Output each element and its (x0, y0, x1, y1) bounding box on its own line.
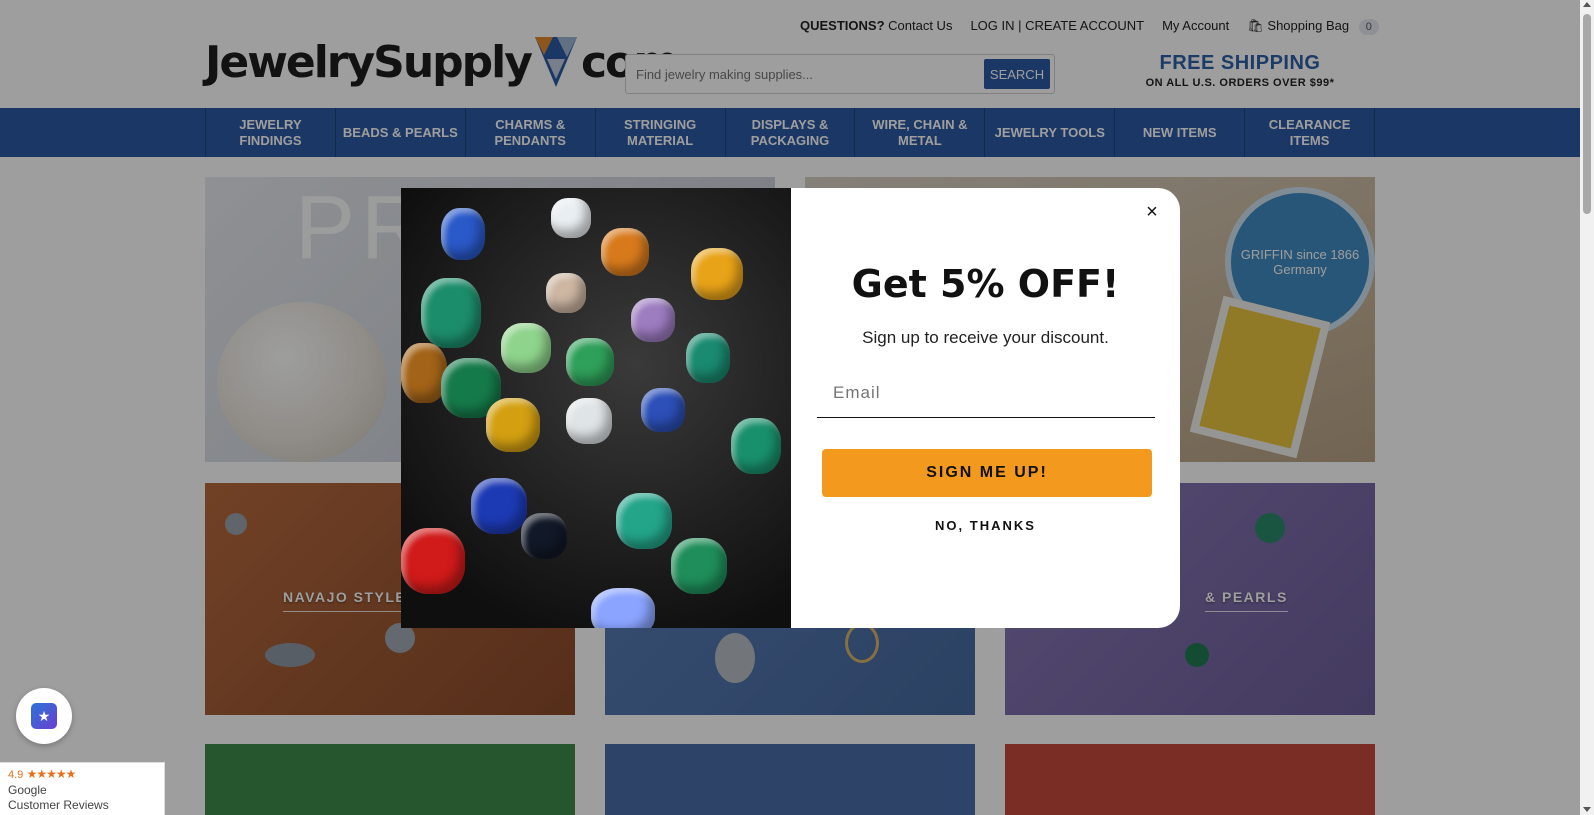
scroll-up-icon[interactable] (1583, 2, 1591, 7)
gem-image (671, 538, 727, 594)
gem-image (601, 228, 649, 276)
gem-image (591, 588, 655, 628)
gem-image (731, 418, 781, 474)
gem-image (631, 298, 675, 342)
gem-image (546, 273, 586, 313)
page-scrollbar[interactable] (1580, 0, 1594, 815)
gem-image (486, 398, 540, 452)
discount-modal: × Get 5% OFF! Sign up to receive your di… (401, 188, 1180, 628)
gem-image (616, 493, 672, 549)
shop-app-badge[interactable]: ★ (16, 688, 72, 744)
star-rating-icon: ★★★★★ (26, 767, 77, 781)
google-rating-row: 4.9 ★★★★★ (8, 767, 156, 783)
gem-image (551, 198, 591, 238)
google-reviews-badge[interactable]: 4.9 ★★★★★ Google Customer Reviews (0, 762, 165, 815)
crystal-beads-image (401, 188, 791, 628)
google-rating: 4.9 (8, 769, 24, 781)
gem-image (691, 248, 743, 300)
email-field[interactable] (817, 368, 1155, 418)
google-label: Google (8, 783, 47, 797)
modal-content: × Get 5% OFF! Sign up to receive your di… (791, 188, 1180, 628)
gem-image (641, 388, 685, 432)
gem-image (421, 278, 481, 348)
gem-image (521, 513, 567, 559)
modal-subtitle: Sign up to receive your discount. (862, 328, 1109, 347)
shopping-bag-icon: ★ (31, 703, 57, 729)
gem-image (566, 398, 612, 444)
gem-image (401, 528, 465, 594)
no-thanks-button[interactable]: NO, THANKS (791, 518, 1180, 533)
gem-image (501, 323, 551, 373)
gem-image (471, 478, 527, 534)
gem-image (686, 333, 730, 383)
gem-image (441, 208, 485, 260)
scroll-down-icon[interactable] (1583, 807, 1591, 812)
google-reviews-label: Customer Reviews (8, 798, 109, 812)
scroll-thumb[interactable] (1583, 14, 1591, 214)
modal-title: Get 5% OFF! (851, 262, 1120, 306)
gem-image (566, 338, 614, 386)
close-icon[interactable]: × (1140, 200, 1164, 224)
sign-up-button[interactable]: SIGN ME UP! (822, 449, 1152, 497)
